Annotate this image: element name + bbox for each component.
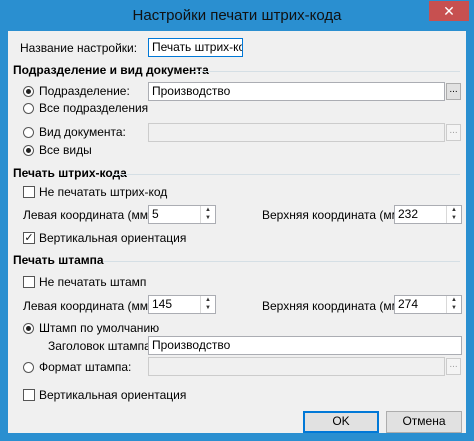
stamp-header-input[interactable]: Производство [148, 336, 462, 355]
spin-down-icon[interactable]: ▼ [201, 214, 215, 222]
spin-up-icon[interactable]: ▲ [447, 206, 461, 214]
stamp-vertical-label[interactable]: Вертикальная ориентация [39, 388, 186, 402]
barcode-left-label: Левая координата (мм): [23, 208, 156, 222]
stamp-format-radio[interactable] [23, 362, 34, 373]
stamp-left-stepper[interactable]: 145 ▲ ▼ [148, 295, 216, 314]
spin-buttons[interactable]: ▲ ▼ [446, 296, 461, 313]
barcode-top-label: Верхняя координата (мм): [262, 208, 408, 222]
ok-button[interactable]: OK [303, 411, 379, 433]
window-title: Настройки печати штрих-кода [132, 7, 342, 24]
stamp-left-value[interactable]: 145 [152, 297, 172, 312]
settings-name-input[interactable]: Печать штрих-кода [148, 38, 243, 57]
stamp-format-input[interactable] [148, 357, 445, 376]
barcode-left-stepper[interactable]: 5 ▲ ▼ [148, 205, 216, 224]
spin-up-icon[interactable]: ▲ [201, 206, 215, 214]
barcode-vertical-label[interactable]: Вертикальная ориентация [39, 231, 186, 245]
doc-type-input[interactable] [148, 123, 445, 142]
section-division-title: Подразделение и вид документа [13, 63, 209, 77]
stamp-top-value[interactable]: 274 [398, 297, 418, 312]
barcode-top-value[interactable]: 232 [398, 207, 418, 222]
default-stamp-label[interactable]: Штамп по умолчанию [39, 321, 159, 335]
division-radio-label[interactable]: Подразделение: [39, 84, 130, 98]
barcode-left-value[interactable]: 5 [152, 207, 159, 222]
dialog-window: Настройки печати штрих-кода ✕ Название н… [0, 0, 474, 441]
doc-type-radio[interactable] [23, 127, 34, 138]
division-browse-button[interactable]: ... [446, 83, 461, 100]
division-radio[interactable] [23, 86, 34, 97]
spin-down-icon[interactable]: ▼ [201, 304, 215, 312]
spin-buttons[interactable]: ▲ ▼ [446, 206, 461, 223]
all-divisions-radio[interactable] [23, 103, 34, 114]
close-button[interactable]: ✕ [429, 1, 469, 21]
barcode-top-stepper[interactable]: 232 ▲ ▼ [394, 205, 462, 224]
default-stamp-radio[interactable] [23, 323, 34, 334]
spin-buttons[interactable]: ▲ ▼ [200, 206, 215, 223]
spin-up-icon[interactable]: ▲ [201, 296, 215, 304]
barcode-vertical-checkbox[interactable]: ✓ [23, 232, 35, 244]
check-icon: ✓ [24, 232, 34, 244]
stamp-no-print-checkbox[interactable] [23, 276, 35, 288]
settings-name-label: Название настройки: [20, 41, 138, 55]
all-divisions-label[interactable]: Все подразделения [39, 101, 148, 115]
stamp-left-label: Левая координата (мм): [23, 299, 156, 313]
stamp-format-label[interactable]: Формат штампа: [39, 360, 131, 374]
stamp-top-stepper[interactable]: 274 ▲ ▼ [394, 295, 462, 314]
doc-type-label[interactable]: Вид документа: [39, 125, 126, 139]
section-divider [114, 174, 460, 175]
spin-buttons[interactable]: ▲ ▼ [200, 296, 215, 313]
barcode-no-print-checkbox[interactable] [23, 186, 35, 198]
doc-type-browse-button[interactable]: ... [446, 124, 461, 141]
section-stamp-title: Печать штампа [13, 253, 104, 267]
dialog-client-area: Название настройки: Печать штрих-кода По… [8, 31, 466, 433]
barcode-no-print-label[interactable]: Не печатать штрих-код [39, 185, 167, 199]
stamp-no-print-label[interactable]: Не печатать штамп [39, 275, 146, 289]
stamp-header-label: Заголовок штампа: [48, 339, 155, 353]
spin-up-icon[interactable]: ▲ [447, 296, 461, 304]
title-bar[interactable]: Настройки печати штрих-кода ✕ [1, 1, 473, 31]
division-input[interactable]: Производство [148, 82, 445, 101]
stamp-top-label: Верхняя координата (мм): [262, 299, 408, 313]
all-types-radio[interactable] [23, 145, 34, 156]
spin-down-icon[interactable]: ▼ [447, 214, 461, 222]
stamp-vertical-checkbox[interactable] [23, 389, 35, 401]
cancel-button[interactable]: Отмена [386, 411, 462, 433]
stamp-format-browse-button[interactable]: ... [446, 358, 461, 375]
section-divider [192, 71, 460, 72]
spin-down-icon[interactable]: ▼ [447, 304, 461, 312]
close-icon: ✕ [443, 3, 455, 19]
all-types-label[interactable]: Все виды [39, 143, 92, 157]
section-divider [103, 261, 460, 262]
section-barcode-title: Печать штрих-кода [13, 166, 127, 180]
